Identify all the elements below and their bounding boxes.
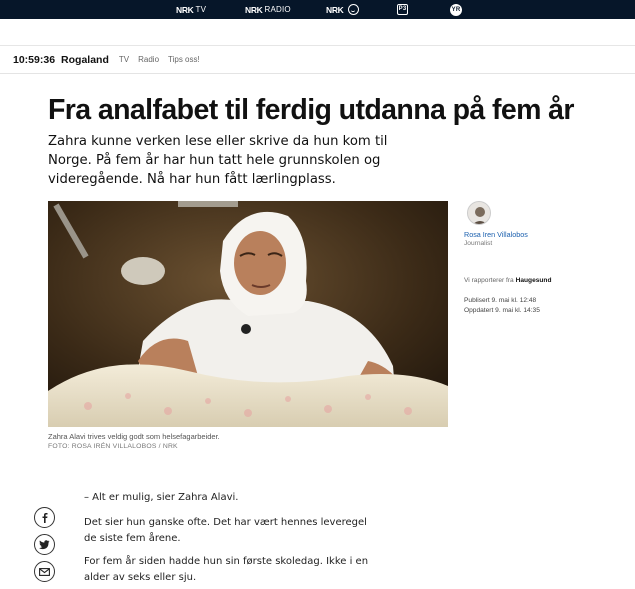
article-headline: Fra analfabet til ferdig utdanna på fem … <box>48 94 575 126</box>
share-email-button[interactable] <box>34 561 55 582</box>
nrk-radio-link[interactable]: NRK RADIO <box>245 0 291 19</box>
reporting-place: Haugesund <box>515 277 552 284</box>
article-lead: Zahra kunne verken lese eller skrive da … <box>48 134 388 187</box>
nrk-radio-label: RADIO <box>264 5 291 14</box>
clock: 10:59:36 <box>13 53 56 66</box>
updated-date: Oppdatert 9. mai kl. 14:35 <box>464 306 540 314</box>
yr-link[interactable]: YR <box>450 0 462 19</box>
reporting-prefix: Vi rapporterer fra <box>464 277 514 284</box>
nrk-radio-logo: NRK <box>245 4 263 15</box>
hero-image[interactable] <box>48 201 448 427</box>
nav-link-radio[interactable]: Radio <box>138 55 159 64</box>
body-paragraph: – Alt er mulig, sier Zahra Alavi. <box>84 492 239 503</box>
hero-photo-illustration <box>48 201 448 427</box>
facebook-icon <box>42 512 47 523</box>
author-name[interactable]: Rosa Iren Villalobos <box>464 230 528 239</box>
p3-link[interactable]: P3 <box>397 0 408 19</box>
nav-link-tv[interactable]: TV <box>119 55 129 64</box>
image-caption: Zahra Alavi trives veldig godt som helse… <box>48 432 220 441</box>
p3-logo-icon: P3 <box>397 4 408 15</box>
author-avatar[interactable] <box>467 201 491 225</box>
body-paragraph: Det sier hun ganske ofte. Det har vært h… <box>84 517 367 544</box>
nrk-tv-logo: NRK <box>176 4 194 15</box>
author-role: Journalist <box>464 240 493 247</box>
image-credit: FOTO: ROSA IRÉN VILLALOBOS / NRK <box>48 443 178 450</box>
body-paragraph: For fem år siden hadde hun sin første sk… <box>84 556 369 583</box>
district-navbar: 10:59:36 Rogaland TV Radio Tips oss! <box>0 46 635 74</box>
email-icon <box>39 567 50 576</box>
nav-link-tips[interactable]: Tips oss! <box>168 55 200 64</box>
nrk-super-smile-icon <box>347 4 359 15</box>
nrk-global-topbar: NRK TV NRK RADIO NRK P3 YR <box>0 0 635 19</box>
share-facebook-button[interactable] <box>34 507 55 528</box>
nrk-tv-label: TV <box>195 5 207 14</box>
reporting-location: Vi rapporterer fra Haugesund <box>464 277 551 284</box>
nrk-super-link[interactable]: NRK <box>326 0 359 19</box>
header-spacer <box>0 19 635 46</box>
nrk-tv-link[interactable]: NRK TV <box>176 0 206 19</box>
twitter-icon <box>39 539 50 549</box>
author-portrait-icon <box>468 202 490 224</box>
region-title[interactable]: Rogaland <box>61 54 109 66</box>
publish-dates: Publisert 9. mai kl. 12:48 Oppdatert 9. … <box>464 296 540 315</box>
nrk-super-logo: NRK <box>326 4 344 15</box>
published-date: Publisert 9. mai kl. 12:48 <box>464 297 537 304</box>
share-twitter-button[interactable] <box>34 534 55 555</box>
yr-logo-icon: YR <box>450 3 462 16</box>
